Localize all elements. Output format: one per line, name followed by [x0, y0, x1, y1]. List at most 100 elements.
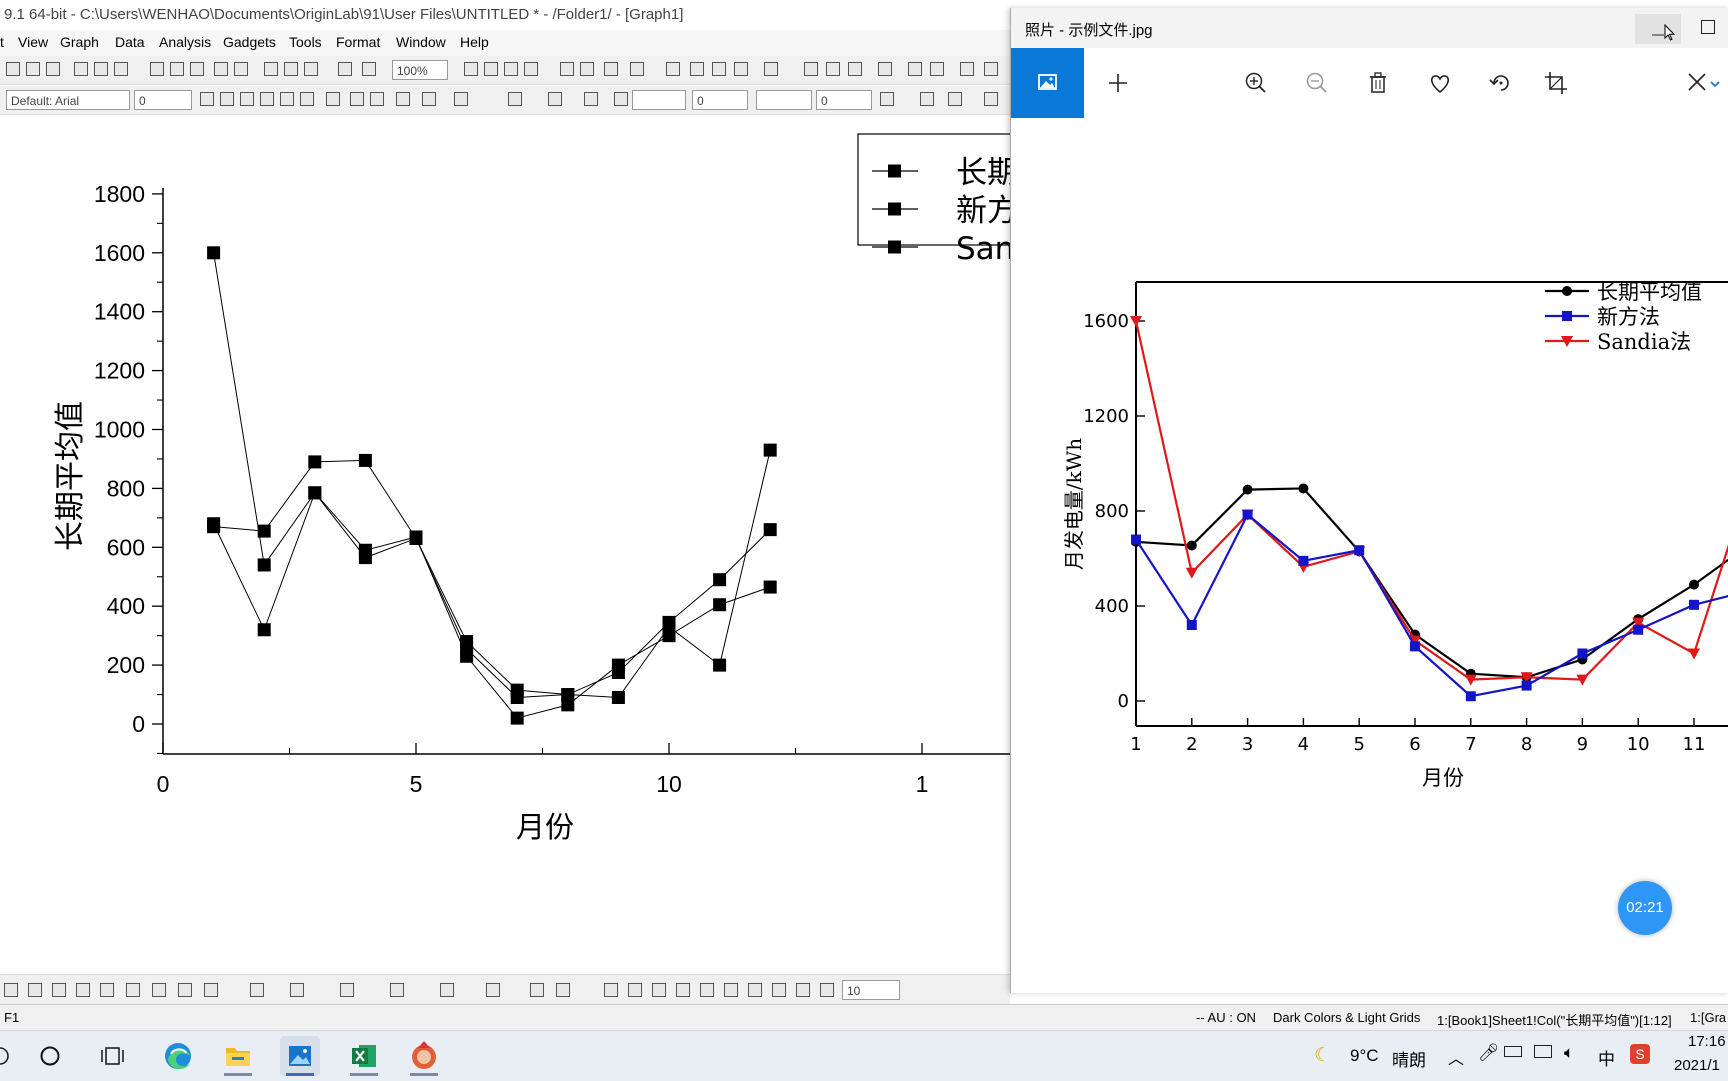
- clock-time[interactable]: 17:16: [1688, 1033, 1726, 1050]
- align-top-icon[interactable]: [604, 983, 618, 997]
- layer-arrange-icon[interactable]: [250, 983, 264, 997]
- flip-icon[interactable]: [796, 983, 810, 997]
- ungroup-icon[interactable]: [556, 983, 570, 997]
- subscript-icon[interactable]: [280, 92, 294, 106]
- recording-timer-badge[interactable]: 02:21: [1618, 881, 1672, 935]
- command-window-icon[interactable]: [580, 62, 594, 76]
- line-color-icon[interactable]: [584, 92, 598, 106]
- supersub-icon[interactable]: [300, 92, 314, 106]
- sum-icon[interactable]: [804, 62, 818, 76]
- new-graph-icon[interactable]: [46, 62, 60, 76]
- recalculate-icon[interactable]: [362, 62, 376, 76]
- layer-manager-icon[interactable]: [604, 62, 618, 76]
- front-icon[interactable]: [440, 983, 454, 997]
- sogou-input-icon[interactable]: S: [1630, 1044, 1650, 1064]
- code-builder-icon[interactable]: [504, 62, 518, 76]
- line-width-select[interactable]: 0: [692, 90, 748, 110]
- save-template-icon[interactable]: [234, 62, 248, 76]
- print-icon[interactable]: [464, 62, 478, 76]
- cortana-icon[interactable]: [38, 1044, 62, 1068]
- fill-color-icon[interactable]: [508, 92, 522, 106]
- edit-create-icon[interactable]: [1683, 68, 1723, 98]
- zoom-select[interactable]: 100%: [392, 60, 448, 80]
- more-tools-icon[interactable]: [984, 62, 998, 76]
- menu-item-graph[interactable]: Graph: [60, 34, 99, 50]
- find-icon[interactable]: [666, 62, 680, 76]
- add-table-icon[interactable]: [340, 983, 354, 997]
- new-function-icon[interactable]: [94, 62, 108, 76]
- open-template-icon[interactable]: [170, 62, 184, 76]
- favorite-heart-icon[interactable]: [1425, 68, 1455, 98]
- save-project-icon[interactable]: [214, 62, 228, 76]
- bar-chart-icon[interactable]: [908, 62, 922, 76]
- histogram-icon[interactable]: [930, 62, 944, 76]
- same-width-icon[interactable]: [700, 983, 714, 997]
- duplicate-icon[interactable]: [338, 62, 352, 76]
- microphone-icon[interactable]: 🎤︎: [1478, 1043, 1500, 1063]
- origin-chart[interactable]: 0 200 400 600 800 1000 1200 1400 1600 1800 0 5 10 1 长期…: [0, 116, 1010, 974]
- taskbar-file-explorer[interactable]: [218, 1036, 258, 1076]
- rotate-icon[interactable]: [1486, 68, 1516, 98]
- same-height-icon[interactable]: [724, 983, 738, 997]
- battery-icon[interactable]: [1504, 1046, 1522, 1057]
- box-plot-icon[interactable]: [100, 983, 114, 997]
- menu-item-tools[interactable]: Tools: [289, 34, 322, 50]
- menu-item-view[interactable]: View: [18, 34, 48, 50]
- minimize-button[interactable]: [1635, 14, 1681, 44]
- layers-icon[interactable]: [820, 983, 834, 997]
- menu-item-edit-partial[interactable]: t: [0, 34, 4, 50]
- stats-icon[interactable]: [826, 62, 840, 76]
- delete-icon[interactable]: [1363, 68, 1393, 98]
- crop-icon[interactable]: [1541, 68, 1571, 98]
- scatter-plot-icon[interactable]: [76, 983, 90, 997]
- import-icon[interactable]: [264, 62, 278, 76]
- arrow-tool-icon[interactable]: [390, 983, 404, 997]
- project-explorer-icon[interactable]: [524, 62, 538, 76]
- object-manager-icon[interactable]: [630, 62, 644, 76]
- input-method-indicator[interactable]: 中: [1598, 1045, 1615, 1070]
- taskbar-edge[interactable]: [158, 1036, 198, 1076]
- area-plot-icon[interactable]: [126, 983, 140, 997]
- italic-icon[interactable]: [220, 92, 234, 106]
- import-wizard-icon[interactable]: [304, 62, 318, 76]
- menu-item-gadgets[interactable]: Gadgets: [223, 34, 276, 50]
- view-mode-button[interactable]: [1011, 48, 1084, 118]
- font-color-icon[interactable]: [454, 92, 468, 106]
- 3d-plot-icon[interactable]: [204, 983, 218, 997]
- open-excel-icon[interactable]: [190, 62, 204, 76]
- sort-icon[interactable]: [848, 62, 862, 76]
- rotate-icon[interactable]: [772, 983, 786, 997]
- superscript-icon[interactable]: [260, 92, 274, 106]
- line-symbol-plot-icon[interactable]: [28, 983, 42, 997]
- add-icon[interactable]: [1103, 68, 1133, 98]
- font-select[interactable]: Default: Arial: [6, 90, 130, 110]
- underline-icon[interactable]: [240, 92, 254, 106]
- zoom-out-icon[interactable]: [1302, 68, 1332, 98]
- task-view-icon[interactable]: [100, 1044, 126, 1068]
- group-icon[interactable]: [530, 983, 544, 997]
- align-left-icon[interactable]: [396, 92, 410, 106]
- import-multiple-icon[interactable]: [284, 62, 298, 76]
- taskbar-photos[interactable]: [280, 1036, 320, 1076]
- font-size-select[interactable]: 0: [134, 90, 192, 110]
- taskbar-origin[interactable]: [404, 1036, 444, 1076]
- results-log-icon[interactable]: [560, 62, 574, 76]
- object-icon[interactable]: [984, 92, 998, 106]
- bold-icon[interactable]: [200, 92, 214, 106]
- line-style-select[interactable]: [632, 90, 686, 110]
- decrease-font-icon[interactable]: [370, 92, 384, 106]
- contour-plot-icon[interactable]: [178, 983, 192, 997]
- grid-icon[interactable]: [920, 92, 934, 106]
- menu-item-data[interactable]: Data: [115, 34, 145, 50]
- open-icon[interactable]: [150, 62, 164, 76]
- align-bottom-icon[interactable]: [628, 983, 642, 997]
- new-matrix-icon[interactable]: [74, 62, 88, 76]
- help-icon[interactable]: [712, 62, 726, 76]
- same-size-icon[interactable]: [748, 983, 762, 997]
- app-gallery-icon[interactable]: [734, 62, 748, 76]
- align-horizontal-icon[interactable]: [676, 983, 690, 997]
- fill-select[interactable]: [756, 90, 812, 110]
- pie-plot-icon[interactable]: [152, 983, 166, 997]
- fill-value-select[interactable]: 0: [816, 90, 872, 110]
- clock-date[interactable]: 2021/1: [1674, 1057, 1720, 1074]
